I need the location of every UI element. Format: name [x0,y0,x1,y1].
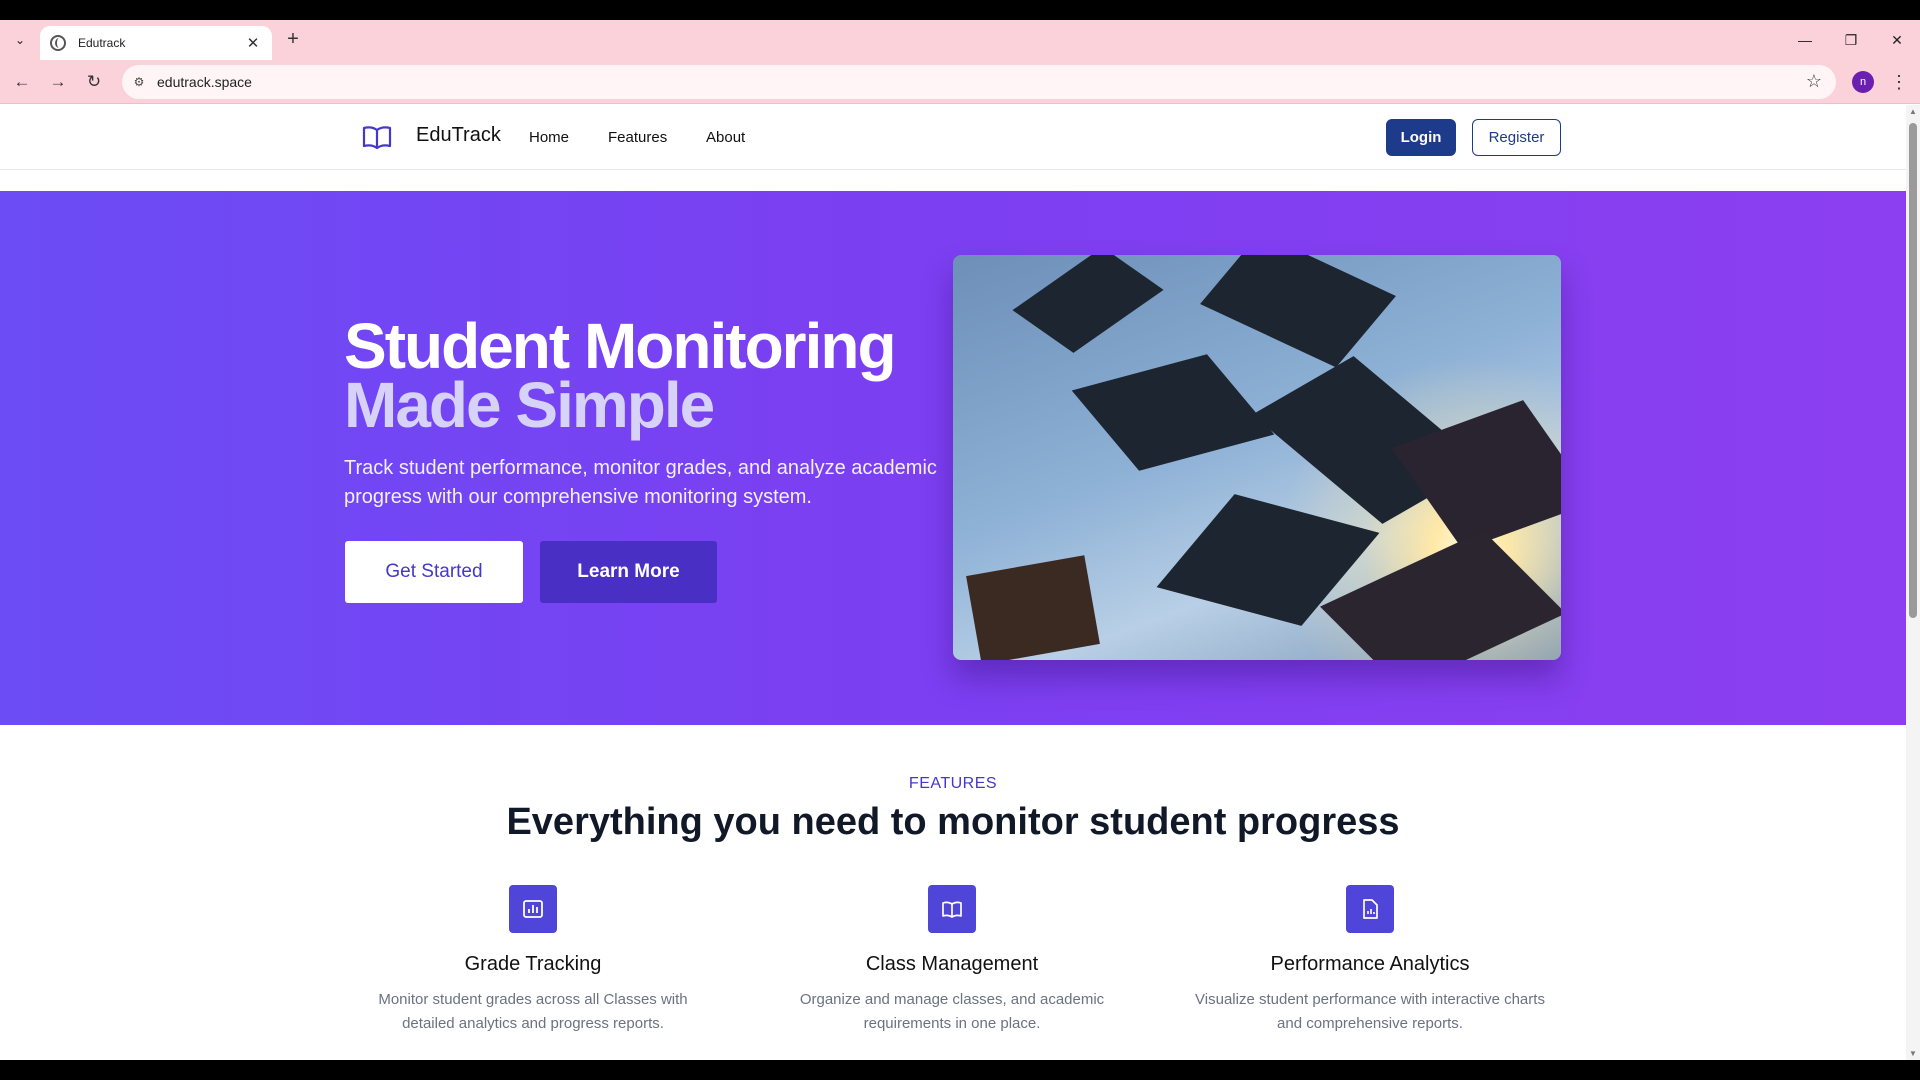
page-scrollbar[interactable]: ▲ ▼ [1906,105,1920,1060]
feature-name: Class Management [865,953,1039,975]
plus-icon[interactable]: + [282,29,304,51]
features-kicker: FEATURES [908,775,998,792]
document-chart-icon [1346,885,1394,933]
feature-card-grade-tracking: Grade Tracking Monitor student grades ac… [353,885,713,1036]
site-info-icon[interactable]: ⚙ [130,73,148,91]
back-icon[interactable]: ← [10,70,34,94]
learn-more-button[interactable]: Learn More [540,541,717,603]
avatar[interactable]: n [1852,71,1874,93]
globe-icon [50,35,66,51]
restore-icon[interactable]: ❐ [1836,28,1866,52]
hero-title-line2: Made Simple [344,369,715,441]
nav-about[interactable]: About [706,129,745,146]
feature-description: Visualize student performance with inter… [1195,991,1545,1032]
feature-name: Performance Analytics [1270,953,1470,975]
scroll-down-icon[interactable]: ▼ [1908,1049,1918,1058]
feature-description: Monitor student grades across all Classe… [378,991,688,1032]
book-logo-icon[interactable] [362,125,392,149]
brand-name[interactable]: EduTrack [416,124,501,147]
nav-features[interactable]: Features [608,129,667,146]
bar-chart-icon [509,885,557,933]
features-title: Everything you need to monitor student p… [506,801,1400,843]
close-icon[interactable]: ✕ [244,34,262,52]
scroll-up-icon[interactable]: ▲ [1908,107,1918,116]
tab-list-icon[interactable]: ⌄ [10,30,30,50]
tab-title: Edutrack [78,36,126,50]
feature-description: Organize and manage classes, and academi… [799,991,1105,1032]
star-icon[interactable]: ☆ [1806,71,1822,92]
tab-strip: ⌄ Edutrack ✕ + — ❐ ✕ [0,20,1920,60]
feature-card-class-management: Class Management Organize and manage cla… [772,885,1132,1036]
hero-description: Track student performance, monitor grade… [344,457,937,508]
get-started-button[interactable]: Get Started [345,541,523,603]
minimize-icon[interactable]: — [1790,28,1820,52]
scroll-thumb[interactable] [1909,123,1917,618]
hero-image [953,255,1561,660]
browser-tab[interactable]: Edutrack ✕ [40,26,272,60]
browser-window: ⌄ Edutrack ✕ + — ❐ ✕ ← → ↻ ⚙ edutrack.sp… [0,20,1920,1060]
kebab-menu-icon[interactable]: ⋮ [1890,70,1908,94]
feature-card-performance-analytics: Performance Analytics Visualize student … [1190,885,1550,1036]
book-icon [928,885,976,933]
forward-icon[interactable]: → [46,70,70,94]
window-close-icon[interactable]: ✕ [1882,28,1912,52]
feature-name: Grade Tracking [464,953,602,975]
hero-section: Student Monitoring Made Simple Track stu… [0,191,1906,725]
reload-icon[interactable]: ↻ [82,70,106,94]
register-button[interactable]: Register [1472,119,1561,156]
site-header: EduTrack Home Features About Login Regis… [0,105,1906,170]
address-bar[interactable]: ⚙ edutrack.space ☆ [122,65,1836,99]
login-button[interactable]: Login [1386,119,1456,156]
url-text[interactable]: edutrack.space [157,74,252,90]
browser-toolbar: ← → ↻ ⚙ edutrack.space ☆ n ⋮ [0,60,1920,104]
nav-home[interactable]: Home [529,129,569,146]
page-viewport: EduTrack Home Features About Login Regis… [0,105,1906,1060]
